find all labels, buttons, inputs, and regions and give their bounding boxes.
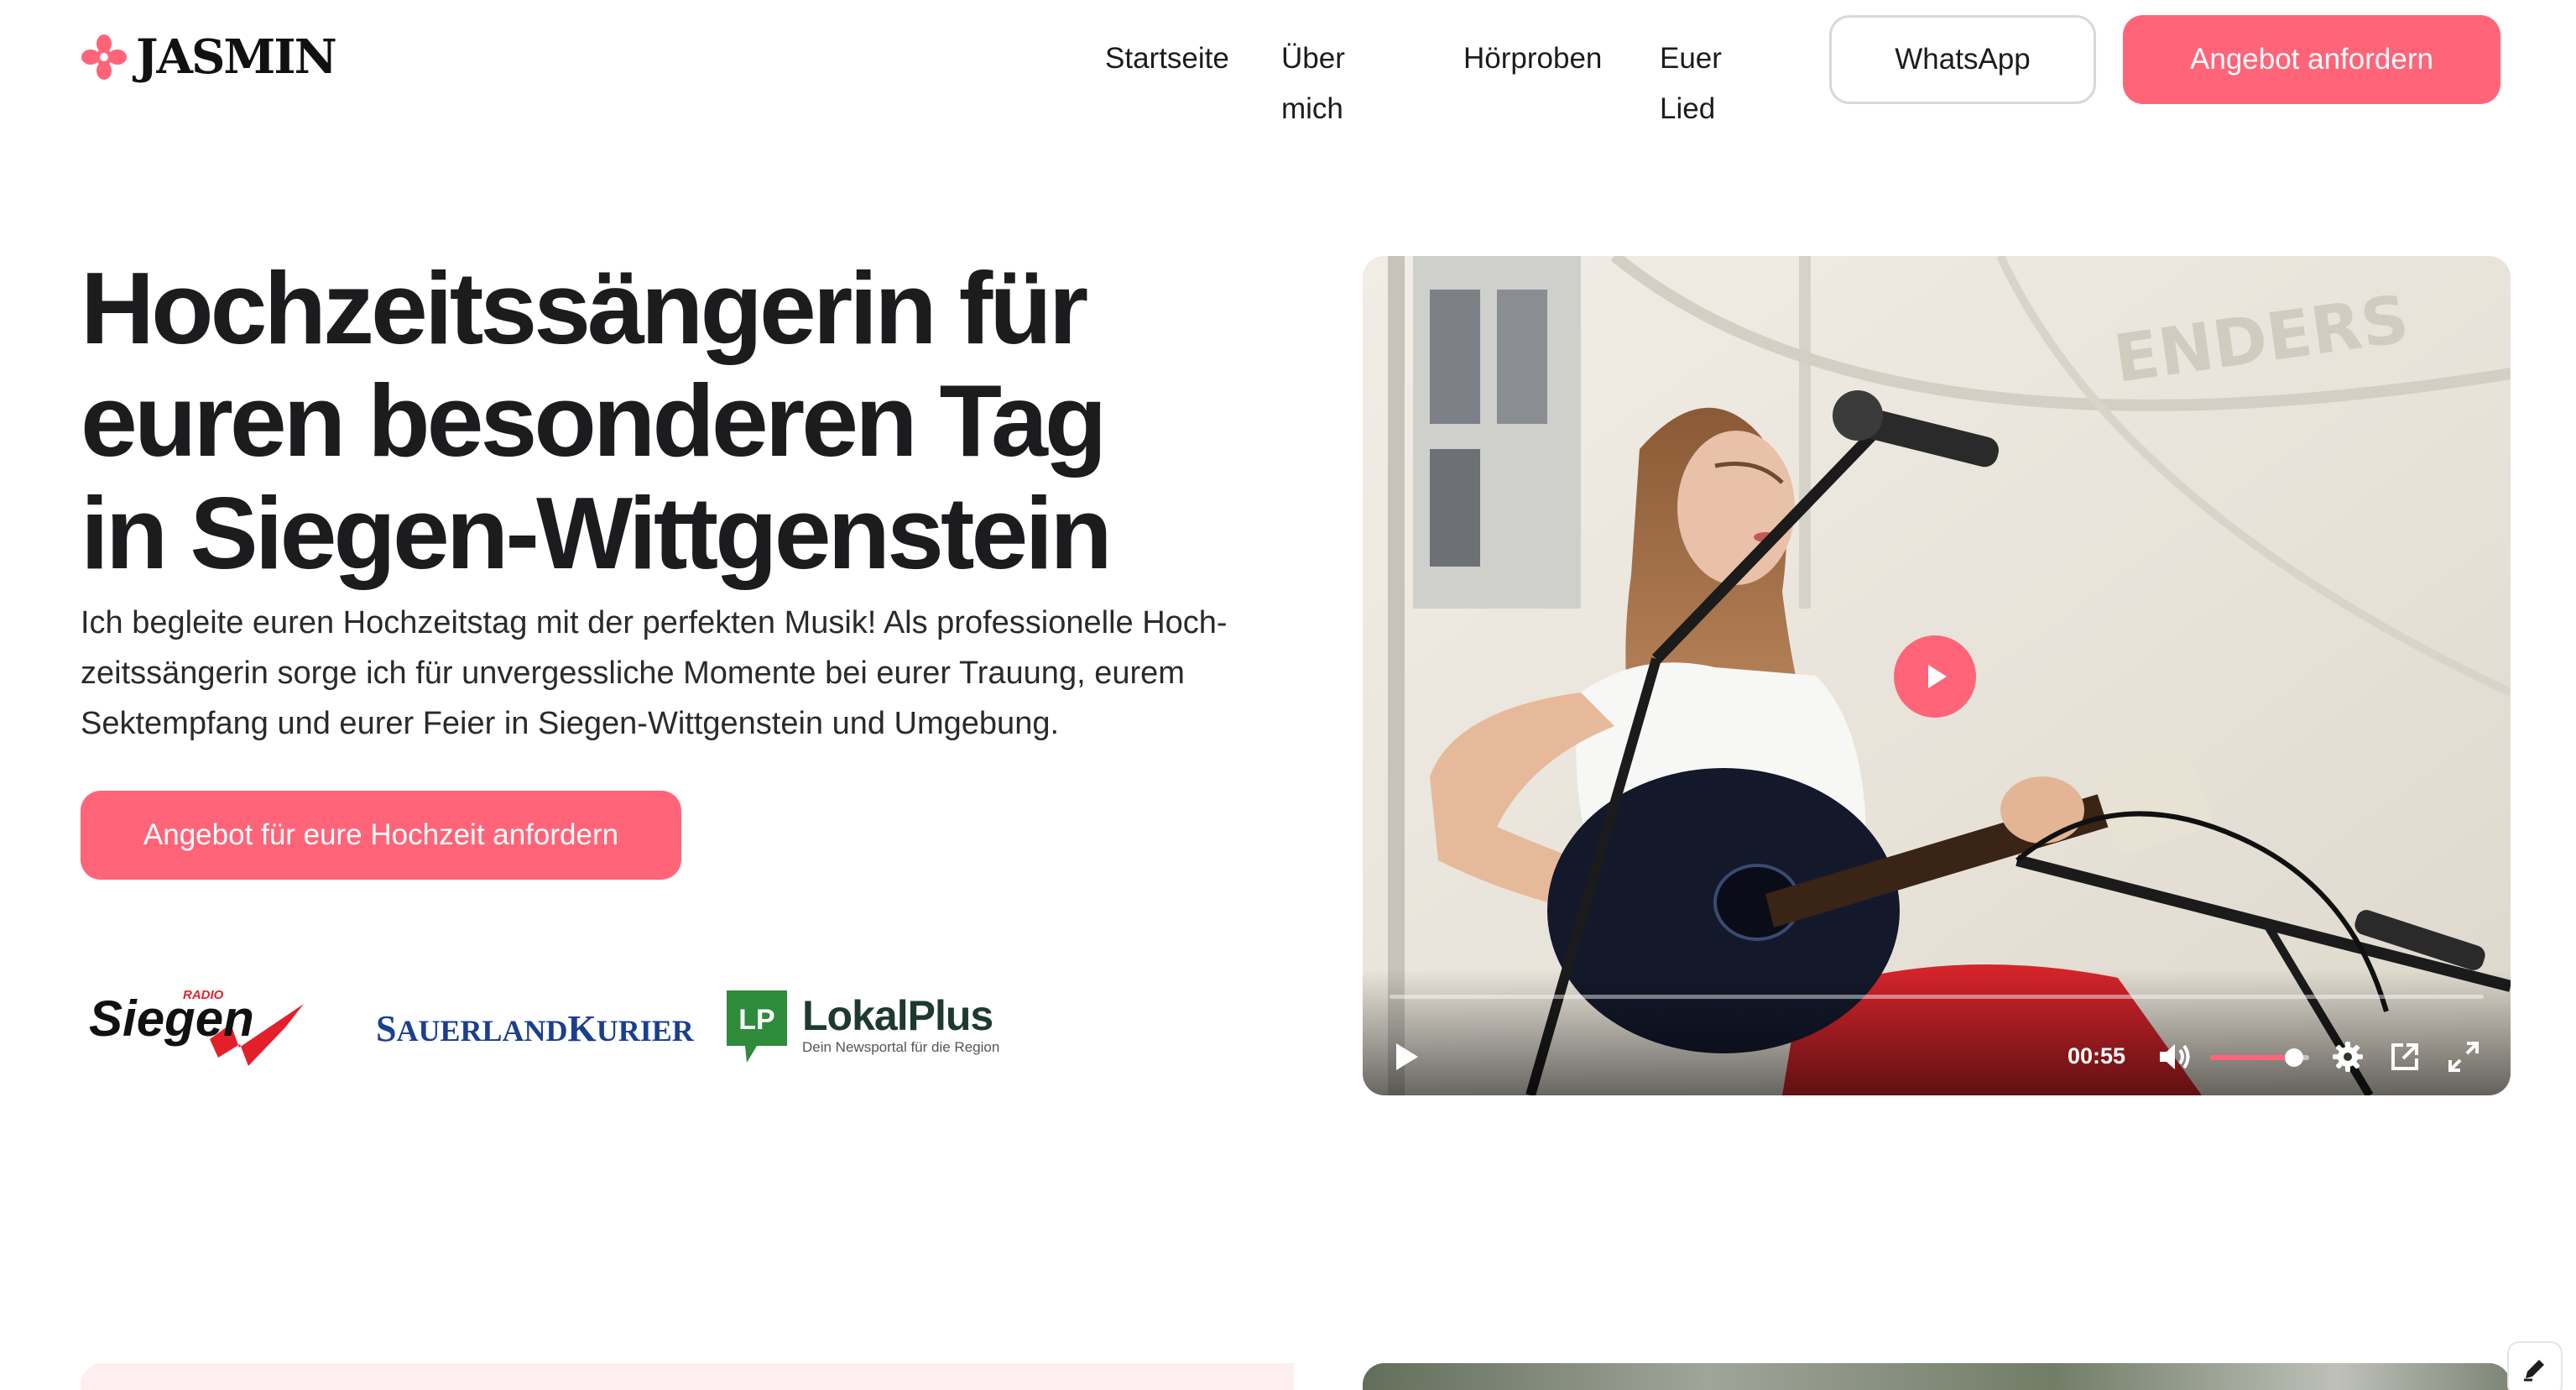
hero-description: Ich begleite euren Hochzeitstag mit der … bbox=[81, 598, 1255, 749]
next-section-panel bbox=[81, 1363, 1294, 1390]
lokalplus-badge-text: LP bbox=[738, 1004, 774, 1036]
brand-logo[interactable]: JASMIN bbox=[81, 29, 337, 85]
radio-siegen-name-text: Siegen bbox=[89, 990, 254, 1047]
video-time: 00:55 bbox=[2068, 1043, 2126, 1069]
hero-title: Hochzeitssängerin für euren besonderen T… bbox=[81, 252, 1339, 589]
volume-icon[interactable] bbox=[2156, 1040, 2192, 1074]
brand-name: JASMIN bbox=[136, 29, 337, 85]
volume-slider[interactable] bbox=[2210, 1048, 2309, 1067]
pip-icon[interactable] bbox=[2388, 1040, 2422, 1074]
settings-icon[interactable] bbox=[2331, 1040, 2365, 1074]
sk-letters: URIER bbox=[596, 1014, 694, 1048]
radio-siegen-logo-graphic: RADIO Siegen bbox=[89, 988, 304, 1066]
edit-button[interactable] bbox=[2507, 1341, 2563, 1390]
lokalplus-logo: LP LokalPlus Dein Newsportal für die Reg… bbox=[727, 990, 999, 1063]
hero-cta-button[interactable]: Angebot für eure Hochzeit anfordern bbox=[81, 791, 681, 880]
whatsapp-button[interactable]: WhatsApp bbox=[1829, 15, 2096, 104]
top-navigation: JASMIN Startseite Über mich Hörproben Eu… bbox=[0, 0, 2576, 125]
nav-link-startseite[interactable]: Startseite bbox=[1105, 34, 1229, 84]
hero-description-line: zeitssängerin sorge ich für unvergesslic… bbox=[81, 656, 1185, 691]
lokalplus-name: LokalPlus bbox=[802, 992, 993, 1039]
hero-title-line: euren besonderen Tag bbox=[81, 363, 1107, 478]
flower-logo-icon bbox=[81, 34, 127, 80]
hero-video-player[interactable]: ENDERS 00:55 bbox=[1363, 256, 2511, 1095]
lokalplus-badge-icon: LP bbox=[727, 990, 787, 1063]
sk-letter: S bbox=[376, 1008, 397, 1049]
fullscreen-icon[interactable] bbox=[2447, 1040, 2480, 1074]
next-section-image bbox=[1363, 1363, 2511, 1390]
lokalplus-tagline: Dein Newsportal für die Region bbox=[802, 1039, 1000, 1055]
hero-description-line: Sektempfang und eurer Feier in Siegen-Wi… bbox=[81, 706, 1060, 741]
video-progress-bar[interactable] bbox=[1390, 995, 2484, 999]
radio-siegen-logo: RADIO Siegen bbox=[84, 974, 310, 1074]
nav-link-hoerproben[interactable]: Hörproben bbox=[1463, 34, 1602, 84]
video-play-button[interactable] bbox=[1894, 635, 1976, 718]
hero-description-line: Ich begleite euren Hochzeitstag mit der … bbox=[81, 605, 1228, 640]
volume-slider-handle[interactable] bbox=[2285, 1048, 2304, 1067]
sk-letters: AUERLAND bbox=[396, 1014, 568, 1048]
hero-title-line: Hochzeitssängerin für bbox=[81, 251, 1088, 365]
pencil-icon bbox=[2524, 1360, 2544, 1382]
play-icon bbox=[1928, 665, 1947, 688]
sauerland-kurier-logo: SAUERLANDKURIER bbox=[376, 1007, 694, 1050]
request-offer-button[interactable]: Angebot anfordern bbox=[2123, 15, 2500, 104]
volume-level bbox=[2210, 1055, 2295, 1060]
sk-letter: K bbox=[567, 1008, 597, 1049]
nav-link-ueber-mich[interactable]: Über mich bbox=[1281, 34, 1345, 134]
video-controls: 00:55 bbox=[1363, 969, 2511, 1095]
nav-link-euer-lied[interactable]: Euer Lied bbox=[1660, 34, 1722, 134]
hero-title-line: in Siegen-Wittgenstein bbox=[81, 476, 1113, 590]
play-icon[interactable] bbox=[1390, 1040, 1423, 1074]
